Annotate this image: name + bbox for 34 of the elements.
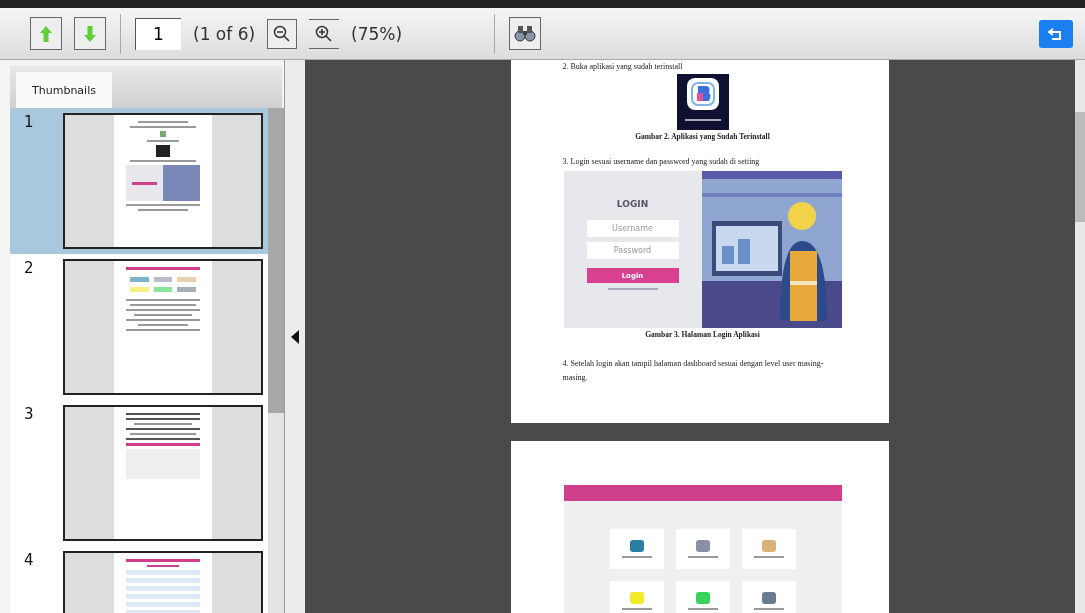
return-button[interactable] — [1039, 19, 1073, 48]
thumbnail-item[interactable]: 1 — [10, 108, 268, 254]
binoculars-icon — [514, 24, 537, 43]
up-arrow-icon — [39, 24, 53, 43]
thumbnail-item[interactable]: 2 — [10, 254, 268, 400]
document-text: 3. Login sesuai username dan password yang sudah di setting — [562, 156, 761, 168]
thumbnails-tab[interactable]: Thumbnails — [16, 72, 112, 108]
page-number-field[interactable]: 1 — [135, 17, 181, 50]
zoom-in-button[interactable] — [309, 18, 340, 49]
previous-page-button[interactable] — [30, 17, 62, 50]
login-title: LOGIN — [616, 199, 649, 209]
zoom-in-icon — [315, 24, 334, 43]
zoom-level: (75%) — [351, 23, 403, 44]
next-page-button[interactable] — [74, 17, 106, 50]
thumbnail-item[interactable]: 3 — [10, 400, 268, 546]
return-icon — [1048, 26, 1064, 41]
username-field: Username — [586, 220, 679, 237]
thumbnail-item[interactable]: 4 — [10, 546, 268, 613]
document-text: 4. Setelah login akan tampil halaman dashboard sesuai dengan level user masing-masing. — [562, 358, 825, 384]
find-button[interactable] — [509, 17, 542, 50]
down-arrow-icon — [83, 24, 97, 43]
page-number: 1 — [24, 113, 35, 133]
app-icon-image — [676, 74, 729, 130]
scrollbar-thumb[interactable] — [268, 108, 284, 413]
page-count: (1 of 6) — [193, 23, 256, 44]
password-field: Password — [586, 242, 679, 259]
scrollbar-thumb[interactable] — [1075, 112, 1085, 222]
page-number: 3 — [24, 405, 35, 425]
page-number: 2 — [24, 259, 35, 279]
zoom-out-icon — [273, 24, 292, 43]
document-text: 2. Buka aplikasi yang sudah terinstall — [562, 61, 683, 73]
page-number: 4 — [24, 551, 35, 571]
zoom-out-button[interactable] — [267, 18, 298, 49]
collapse-arrow-icon[interactable] — [291, 329, 299, 344]
